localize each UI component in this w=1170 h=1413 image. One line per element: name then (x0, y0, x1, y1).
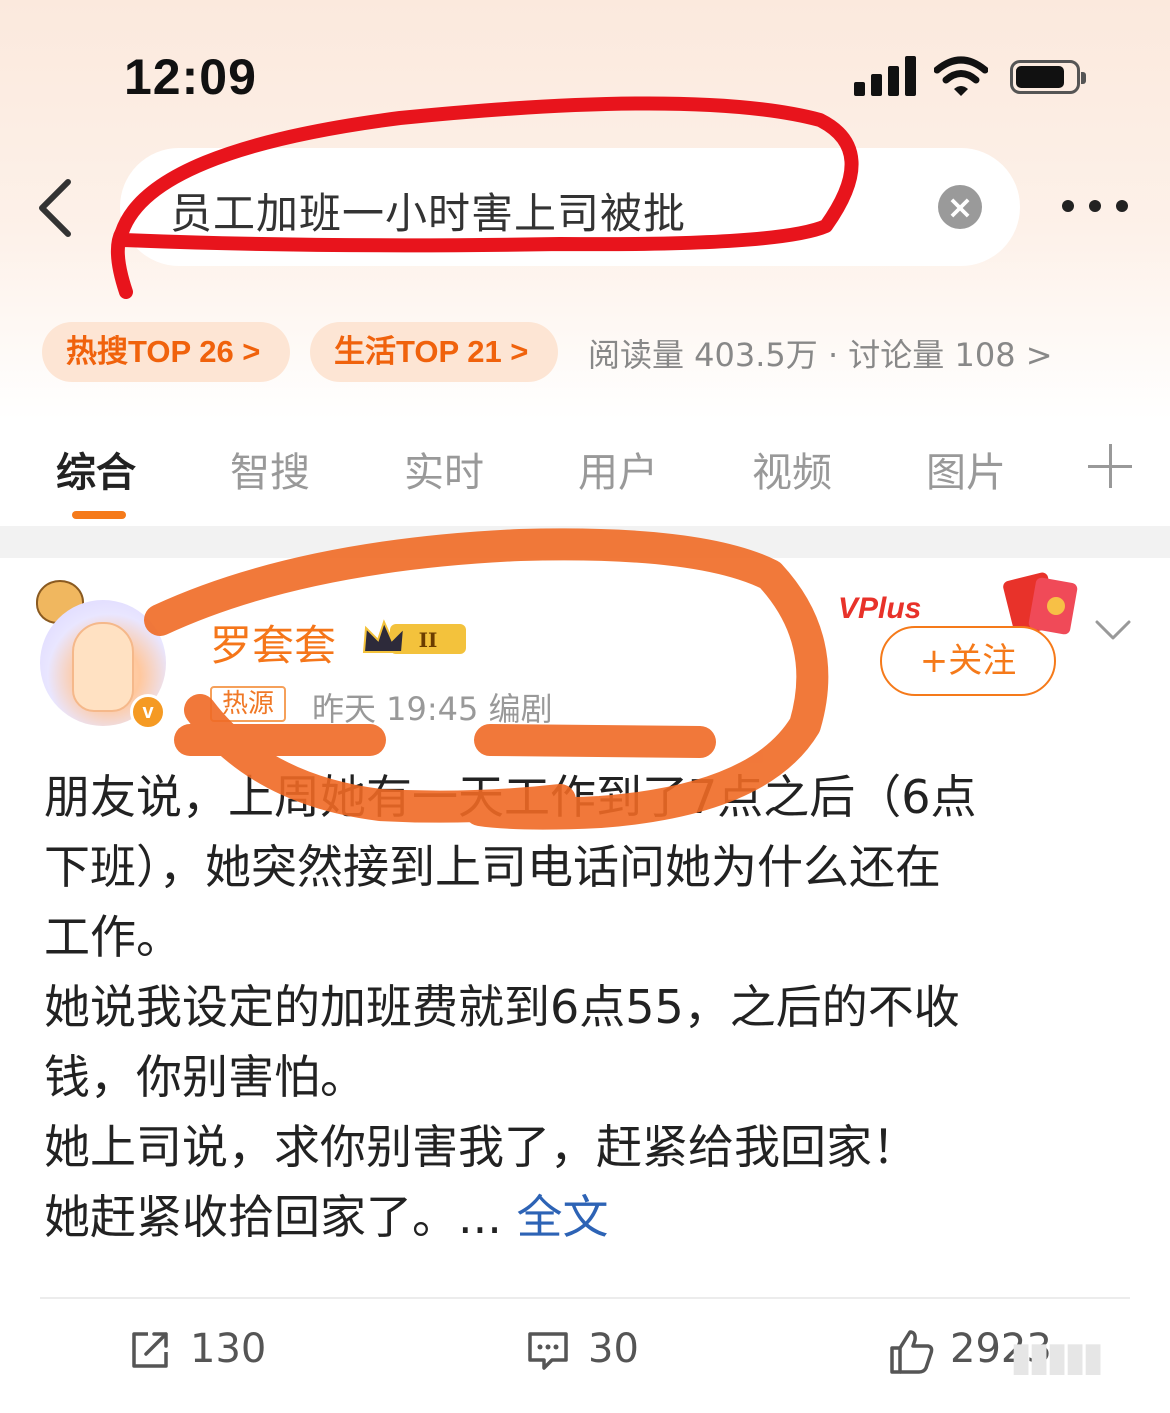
post-line: 下班），她突然接到上司电话问她为什么还在 (44, 840, 941, 894)
post-line: 她上司说，求你别害我了，赶紧给我回家！ (44, 1120, 918, 1174)
clear-icon[interactable]: × (938, 185, 982, 229)
post-line: 工作。 (44, 910, 182, 964)
post-line-text: 她赶紧收拾回家了。... (44, 1190, 517, 1244)
wifi-icon (934, 56, 988, 96)
tab-users[interactable]: 用户 (578, 440, 658, 498)
verified-icon: v (130, 694, 166, 730)
post-line: 她赶紧收拾回家了。... 全文 (44, 1182, 1134, 1252)
chevron-down-icon[interactable] (1094, 618, 1132, 642)
section-divider (0, 526, 1170, 558)
tab-images[interactable]: 图片 (926, 440, 1006, 498)
svg-text:VPlus: VPlus (838, 592, 921, 625)
crown-level-icon: II (362, 619, 466, 654)
search-input[interactable]: 员工加班一小时害上司被批 × (120, 148, 1020, 266)
signal-icon (854, 56, 916, 96)
svg-text:II: II (419, 628, 438, 652)
comment-count: 30 (588, 1326, 639, 1372)
active-tab-indicator (72, 511, 126, 519)
full-text-link[interactable]: 全文 (517, 1190, 609, 1244)
search-query-text: 员工加班一小时害上司被批 (170, 189, 687, 238)
tab-video[interactable]: 视频 (752, 440, 832, 498)
follow-button[interactable]: +关注 (880, 626, 1056, 696)
thumbs-up-icon (890, 1330, 934, 1374)
tab-smart-search[interactable]: 智搜 (230, 440, 310, 498)
comment-icon (528, 1332, 568, 1370)
more-options-icon[interactable] (1062, 196, 1128, 220)
watermark-decoration: ▮▮▮▮▮ (1010, 1334, 1104, 1380)
post-line: 她说我设定的加班费就到6点55，之后的不收 (44, 980, 960, 1034)
status-icons (854, 56, 1094, 100)
tab-bar: 综合 智搜 实时 用户 视频 图片 (0, 430, 1170, 520)
hot-search-badge[interactable]: 热搜TOP 26 > (42, 322, 290, 382)
repost-count: 130 (190, 1326, 267, 1372)
repost-icon (132, 1332, 168, 1368)
back-arrow-icon[interactable] (30, 176, 80, 240)
read-discuss-stats[interactable]: 阅读量 403.5万 · 讨论量 108 > (588, 330, 1053, 376)
action-divider (40, 1297, 1130, 1299)
add-tab-icon[interactable] (1088, 444, 1132, 488)
life-rank-badge[interactable]: 生活TOP 21 > (310, 322, 558, 382)
username[interactable]: 罗套套 (210, 612, 336, 673)
post-content: 朋友说，上周她有一天工作到了7点之后（6点 下班），她突然接到上司电话问她为什么… (44, 762, 1134, 1252)
tab-realtime[interactable]: 实时 (404, 440, 484, 498)
hot-source-tag: 热源 (210, 686, 287, 722)
post-meta: 昨天 19:45 编剧 (312, 690, 553, 728)
battery-icon (1010, 60, 1086, 94)
tab-comprehensive[interactable]: 综合 (56, 440, 136, 498)
post-line: 钱，你别害怕。 (44, 1050, 366, 1104)
post-line: 朋友说，上周她有一天工作到了7点之后（6点 (44, 770, 977, 824)
status-time: 12:09 (124, 49, 257, 105)
